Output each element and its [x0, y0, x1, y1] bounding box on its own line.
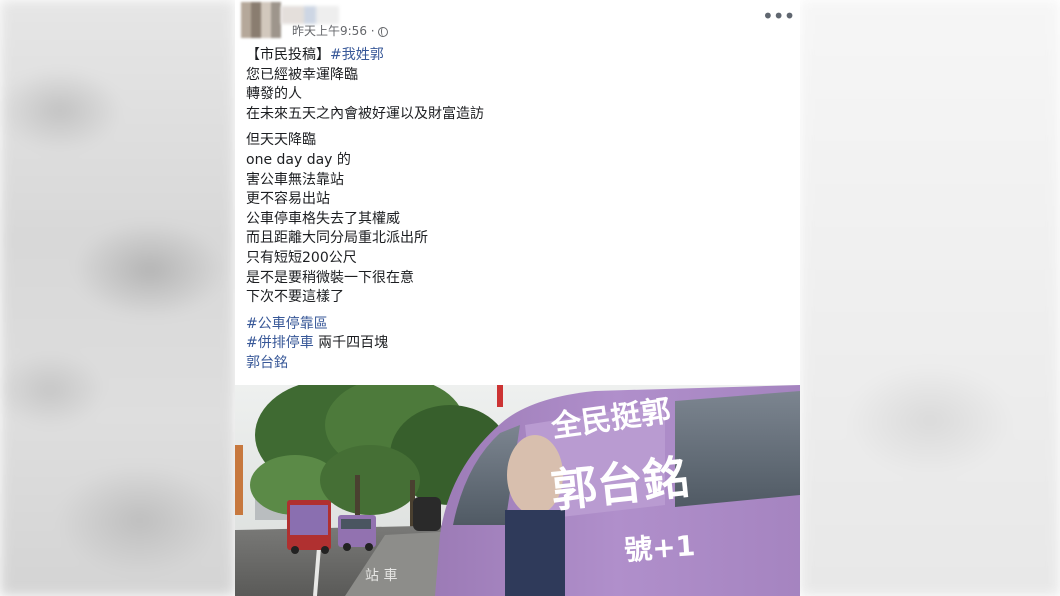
- globe-icon[interactable]: [377, 27, 388, 37]
- facebook-post-card: 昨天上午9:56 · ••• 【市民投稿】#我姓郭 您已經被幸運降臨 轉發的人 …: [235, 0, 800, 596]
- screen: 昨天上午9:56 · ••• 【市民投稿】#我姓郭 您已經被幸運降臨 轉發的人 …: [0, 0, 1060, 596]
- post-line: 轉發的人: [246, 86, 302, 103]
- more-options-icon[interactable]: •••: [762, 6, 795, 26]
- timestamp-text[interactable]: 昨天上午9:56 ·: [292, 24, 375, 38]
- post-line-text: 兩千四百塊: [313, 335, 389, 352]
- profile-link[interactable]: 郭台銘: [246, 355, 288, 371]
- post-text: 【市民投稿】#我姓郭 您已經被幸運降臨 轉發的人 在未來五天之內會被好運以及財富…: [246, 46, 786, 374]
- post-line: 更不容易出站: [246, 191, 330, 208]
- hashtag-link[interactable]: #公車停靠區: [246, 316, 328, 332]
- post-line: 公車停車格失去了其權威: [246, 210, 400, 227]
- post-header: 昨天上午9:56 · •••: [235, 0, 800, 44]
- post-line: 您已經被幸運降臨: [246, 66, 358, 83]
- post-line: 只有短短200公尺: [246, 249, 357, 266]
- post-line: 而且距離大同分局重北派出所: [246, 230, 428, 247]
- hashtag-link[interactable]: #併排停車: [246, 335, 314, 351]
- post-line: 郭台銘: [246, 354, 786, 374]
- hashtag-link[interactable]: #我姓郭: [330, 47, 384, 63]
- svg-text:站 車: 站 車: [365, 567, 397, 584]
- post-line: #公車停靠區: [246, 315, 786, 335]
- avatar[interactable]: [241, 2, 281, 38]
- blurred-background-right: [800, 0, 1060, 596]
- blurred-background-left: [0, 0, 235, 596]
- post-line: 但天天降臨: [246, 132, 316, 149]
- post-line: one day day 的: [246, 151, 351, 168]
- post-line: 是不是要稍微裝一下很在意: [246, 269, 414, 286]
- post-line: 【市民投稿】#我姓郭: [246, 46, 786, 66]
- post-line: 害公車無法靠站: [246, 171, 344, 188]
- post-line: 在未來五天之內會被好運以及財富造訪: [246, 105, 484, 122]
- post-timestamp[interactable]: 昨天上午9:56 ·: [292, 22, 388, 39]
- post-photo[interactable]: 站 車 全民挺郭 郭台銘 號+1: [235, 385, 800, 596]
- post-line: #併排停車 兩千四百塊: [246, 334, 786, 354]
- post-line-text: 【市民投稿】: [246, 47, 330, 63]
- van-number-text: 號+1: [623, 529, 696, 567]
- street-photo-illustration: 站 車 全民挺郭 郭台銘 號+1: [235, 385, 800, 596]
- post-line: 下次不要這樣了: [246, 289, 344, 306]
